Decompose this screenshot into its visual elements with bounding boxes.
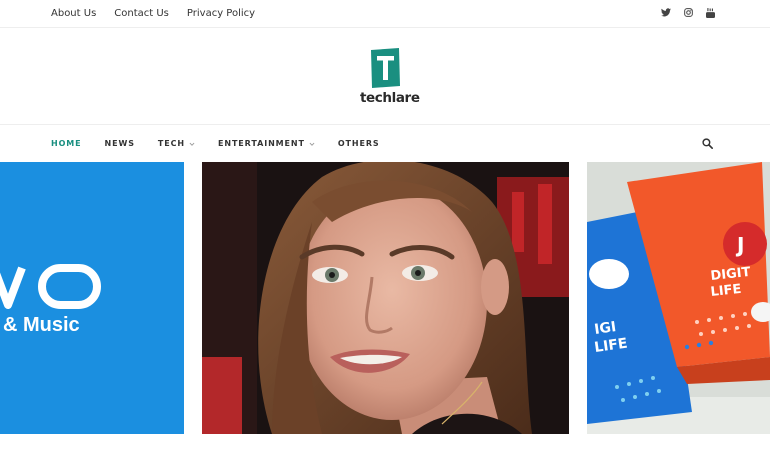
nav-item-label: ENTERTAINMENT bbox=[217, 139, 305, 148]
nav-items: HOME NEWS TECH ENTERTAINMENT OTHERS bbox=[51, 139, 403, 148]
nav-item-label: OTHERS bbox=[337, 139, 380, 148]
slide-jio[interactable]: IGI LIFE J DIGIT LIFE bbox=[587, 162, 770, 434]
nav-item-entertainment[interactable]: ENTERTAINMENT bbox=[218, 139, 315, 148]
slide-caption: & Music bbox=[3, 314, 80, 336]
chevron-down-icon bbox=[189, 142, 195, 146]
nav-item-label: TECH bbox=[157, 139, 185, 148]
logo-text: techlare bbox=[360, 90, 420, 106]
social-links bbox=[661, 7, 715, 18]
search-icon[interactable] bbox=[702, 138, 713, 149]
nav-item-news[interactable]: NEWS bbox=[105, 139, 135, 148]
nav-item-others[interactable]: OTHERS bbox=[338, 139, 380, 148]
slide-portrait[interactable] bbox=[202, 162, 569, 434]
about-us-link[interactable]: About Us bbox=[51, 8, 96, 19]
top-bar: About Us Contact Us Privacy Policy bbox=[0, 0, 770, 28]
svg-text:IGI: IGI bbox=[593, 319, 617, 338]
header-logo-area: techlare bbox=[0, 28, 770, 125]
vivo-logo-art bbox=[0, 264, 101, 309]
portrait-image bbox=[202, 162, 569, 434]
slide-vivo[interactable]: & Music bbox=[0, 162, 184, 434]
featured-slider: & Music IGI LIFE J DIGIT LIFE bbox=[0, 162, 770, 434]
nav-item-home[interactable]: HOME bbox=[51, 139, 82, 148]
nav-item-label: NEWS bbox=[104, 139, 135, 148]
site-logo[interactable]: techlare bbox=[358, 48, 420, 108]
jio-cards-image: IGI LIFE J DIGIT LIFE bbox=[587, 162, 770, 434]
chevron-down-icon bbox=[309, 142, 315, 146]
youtube-icon[interactable] bbox=[705, 7, 715, 18]
nav-item-tech[interactable]: TECH bbox=[158, 139, 195, 148]
privacy-policy-link[interactable]: Privacy Policy bbox=[187, 8, 255, 19]
instagram-icon[interactable] bbox=[683, 7, 693, 18]
logo-mark-icon bbox=[371, 48, 400, 88]
nav-item-label: HOME bbox=[51, 139, 82, 148]
contact-us-link[interactable]: Contact Us bbox=[114, 8, 169, 19]
svg-text:LIFE: LIFE bbox=[710, 282, 742, 300]
twitter-icon[interactable] bbox=[661, 7, 671, 18]
svg-text:J: J bbox=[735, 233, 744, 257]
main-nav: HOME NEWS TECH ENTERTAINMENT OTHERS bbox=[0, 126, 770, 162]
top-links: About Us Contact Us Privacy Policy bbox=[51, 8, 273, 19]
